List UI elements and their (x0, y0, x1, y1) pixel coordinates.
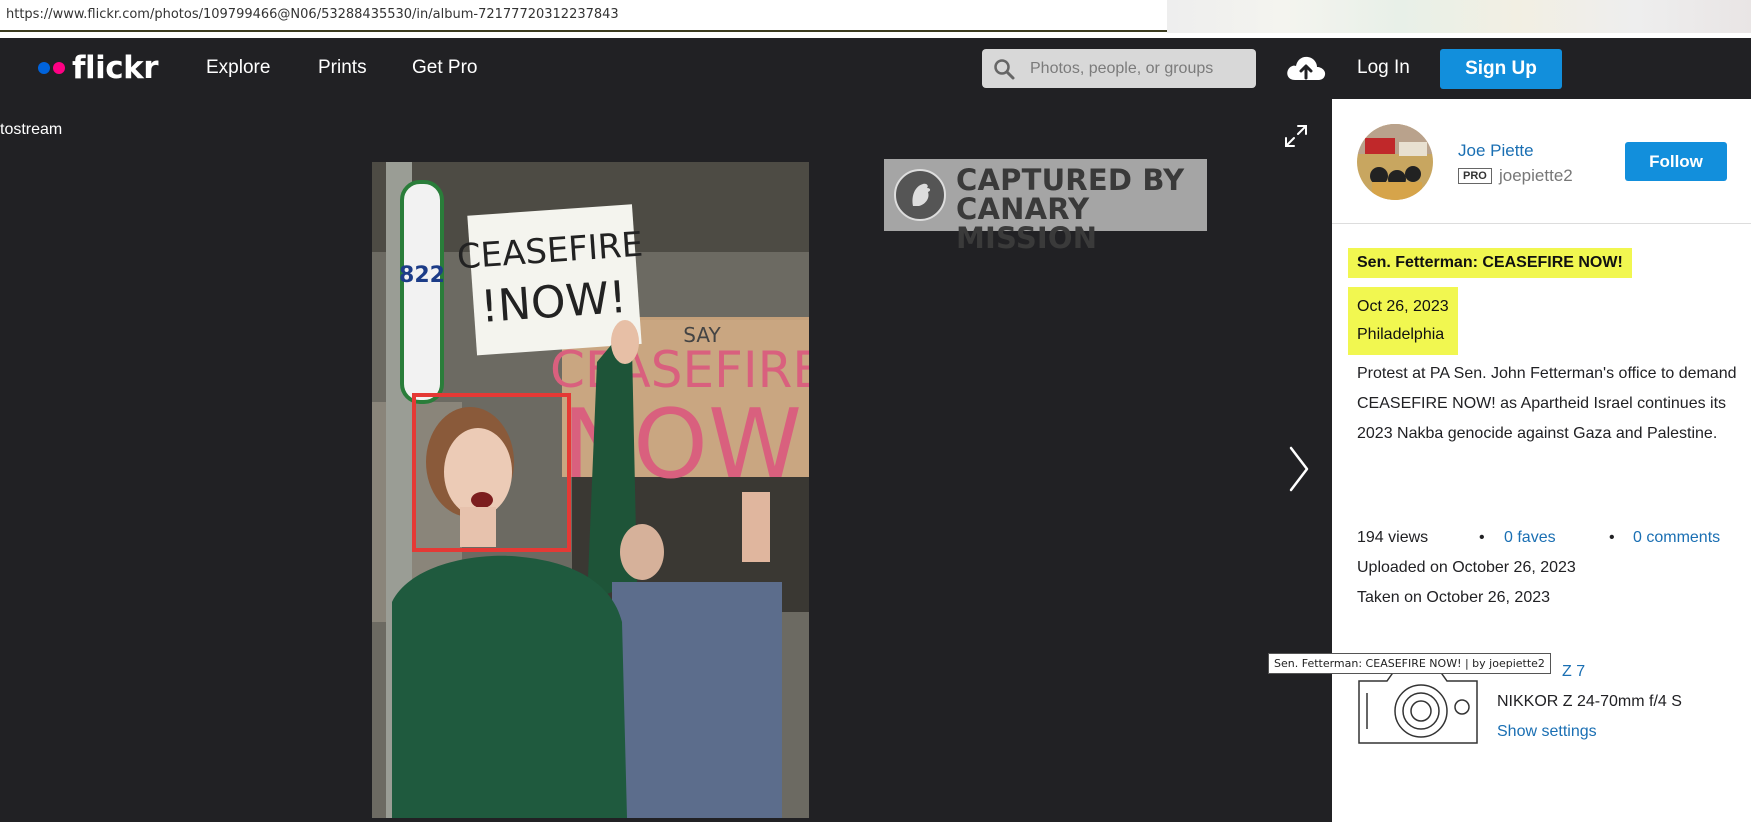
white-sign-line2: !NOW! (479, 272, 629, 333)
owner-avatar[interactable] (1357, 124, 1433, 200)
photo-stage: tostream 822 SAY CEASEFIRE NOW CEASEFIRE… (0, 99, 1332, 822)
watermark-line1: CAPTURED BY (956, 163, 1185, 197)
next-photo-arrow-icon[interactable] (1287, 444, 1311, 494)
avatar-image (1357, 124, 1433, 200)
show-settings-link[interactable]: Show settings (1497, 723, 1597, 741)
sidebar-divider (1332, 223, 1751, 224)
street-sign-number: 822 (399, 263, 445, 288)
upload-cloud-icon[interactable] (1285, 52, 1327, 84)
login-link[interactable]: Log In (1357, 57, 1410, 79)
pro-badge: PRO (1458, 168, 1492, 184)
browser-url-bar[interactable]: https://www.flickr.com/photos/109799466@… (0, 0, 1751, 33)
nav-prints-link[interactable]: Prints (318, 57, 367, 79)
camera-icon (1358, 666, 1478, 744)
follow-button[interactable]: Follow (1625, 142, 1727, 181)
stats-bullet: • (1609, 529, 1615, 546)
camera-lens: NIKKOR Z 24-70mm f/4 S (1497, 693, 1682, 710)
top-navigation: flickr Explore Prints Get Pro Log In Sig… (0, 38, 1751, 99)
faves-link[interactable]: 0 faves (1504, 529, 1556, 547)
search-box[interactable] (982, 49, 1256, 88)
views-count: 194 views (1357, 529, 1429, 546)
signup-button[interactable]: Sign Up (1440, 49, 1562, 89)
taken-date: Taken on October 26, 2023 (1357, 589, 1551, 606)
watermark-text: CAPTURED BY CANARY MISSION (956, 166, 1207, 253)
nav-explore-link[interactable]: Explore (206, 57, 270, 79)
photo-tooltip: Sen. Fetterman: CEASEFIRE NOW! | by joep… (1268, 653, 1551, 674)
owner-name-link[interactable]: Joe Piette (1458, 141, 1534, 161)
canary-bird-logo-icon (894, 169, 946, 221)
canary-mission-watermark: CAPTURED BY CANARY MISSION (884, 159, 1207, 253)
stats-bullet: • (1479, 529, 1485, 546)
photo-title: Sen. Fetterman: CEASEFIRE NOW! (1348, 248, 1632, 278)
browser-toolbar-blurred (1167, 0, 1751, 33)
nav-get-pro-link[interactable]: Get Pro (412, 57, 477, 79)
main-photo[interactable]: 822 SAY CEASEFIRE NOW CEASEFIRE !NOW! (372, 162, 809, 818)
camera-model-link[interactable]: Z 7 (1562, 663, 1585, 681)
url-underline (0, 30, 1167, 32)
logo-wordmark: flickr (72, 50, 159, 86)
flickr-logo[interactable]: flickr (38, 48, 159, 88)
search-icon[interactable] (992, 57, 1016, 81)
fullscreen-expand-icon[interactable] (1281, 121, 1311, 151)
photo-date-location: Oct 26, 2023 Philadelphia (1348, 287, 1458, 355)
logo-pink-dot (53, 62, 65, 74)
photo-date: Oct 26, 2023 (1357, 298, 1449, 315)
uploaded-date: Uploaded on October 26, 2023 (1357, 559, 1576, 576)
comments-link[interactable]: 0 comments (1633, 529, 1720, 547)
photo-info-sidebar: Joe Piette PRO joepiette2 Follow Sen. Fe… (1332, 99, 1751, 822)
url-text[interactable]: https://www.flickr.com/photos/109799466@… (6, 7, 619, 22)
protest-photo-illustration: 822 SAY CEASEFIRE NOW CEASEFIRE !NOW! (372, 162, 809, 818)
watermark-line2: CANARY MISSION (956, 192, 1098, 255)
search-input[interactable] (1030, 57, 1245, 81)
photo-description: Protest at PA Sen. John Fetterman's offi… (1357, 365, 1737, 442)
owner-username[interactable]: joepiette2 (1499, 166, 1573, 186)
logo-blue-dot (38, 62, 50, 74)
back-to-photostream-link[interactable]: tostream (0, 121, 62, 139)
photo-location: Philadelphia (1357, 326, 1445, 343)
